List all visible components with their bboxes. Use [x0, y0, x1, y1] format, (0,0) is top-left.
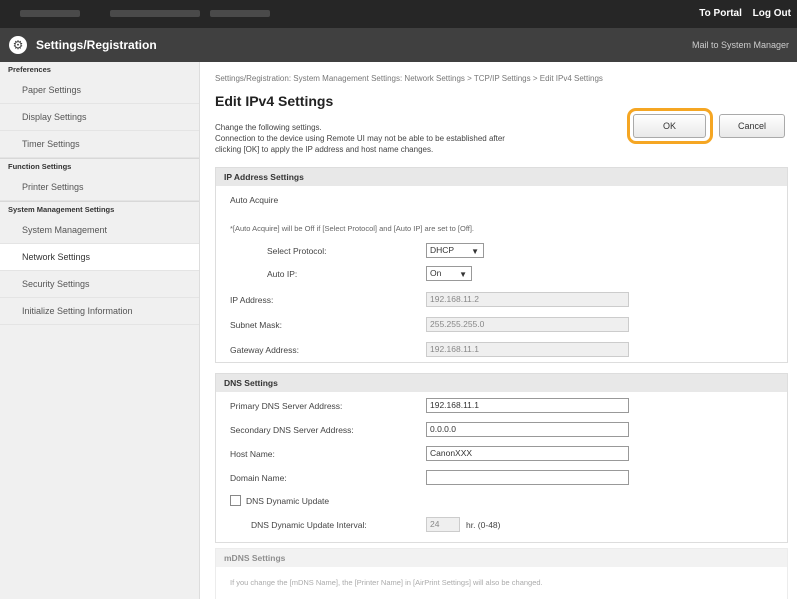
select-protocol-dropdown[interactable]: DHCP ▼	[426, 243, 484, 258]
ip-address-settings-section: IP Address Settings Auto Acquire *[Auto …	[215, 167, 788, 363]
ok-button[interactable]: OK	[633, 114, 706, 138]
dns-dynamic-update-checkbox[interactable]	[230, 495, 241, 506]
cancel-button[interactable]: Cancel	[719, 114, 785, 138]
section-heading: IP Address Settings	[216, 168, 787, 186]
subnet-mask-field[interactable]: 255.255.255.0	[426, 317, 629, 332]
gateway-address-label: Gateway Address:	[230, 345, 299, 355]
mdns-note: If you change the [mDNS Name], the [Prin…	[230, 578, 543, 587]
sidebar-item-system-management[interactable]: System Management	[0, 217, 199, 244]
auto-ip-value: On	[430, 268, 442, 278]
sidebar-heading-preferences: Preferences	[8, 65, 51, 74]
select-protocol-label: Select Protocol:	[267, 246, 327, 256]
title-bar: ⚙ Settings/Registration Mail to System M…	[0, 28, 797, 62]
ip-address-field[interactable]: 192.168.11.2	[426, 292, 629, 307]
sidebar-item-paper-settings[interactable]: Paper Settings	[0, 77, 199, 104]
blurred-device-info	[210, 10, 270, 17]
secondary-dns-label: Secondary DNS Server Address:	[230, 425, 354, 435]
chevron-down-icon: ▼	[459, 270, 467, 279]
dns-settings-section: DNS Settings Primary DNS Server Address:…	[215, 373, 788, 543]
subnet-mask-label: Subnet Mask:	[230, 320, 282, 330]
mail-to-system-manager-link[interactable]: Mail to System Manager	[692, 40, 789, 50]
auto-ip-label: Auto IP:	[267, 269, 298, 279]
sidebar-heading-system-management: System Management Settings	[0, 201, 199, 217]
domain-name-label: Domain Name:	[230, 473, 287, 483]
chevron-down-icon: ▼	[471, 247, 479, 256]
sidebar-item-network-settings[interactable]: Network Settings	[0, 244, 199, 271]
dns-dynamic-update-interval-field[interactable]: 24	[426, 517, 460, 532]
sidebar-item-initialize-setting-information[interactable]: Initialize Setting Information	[0, 298, 199, 325]
auto-ip-dropdown[interactable]: On ▼	[426, 266, 472, 281]
auto-acquire-label: Auto Acquire	[230, 195, 279, 205]
intro-line-2: Connection to the device using Remote UI…	[215, 134, 505, 143]
primary-dns-label: Primary DNS Server Address:	[230, 401, 343, 411]
page-header-title: Settings/Registration	[36, 38, 157, 52]
sidebar-heading-function-settings: Function Settings	[0, 158, 199, 174]
gateway-address-field[interactable]: 192.168.11.1	[426, 342, 629, 357]
host-name-field[interactable]: CanonXXX	[426, 446, 629, 461]
section-heading: DNS Settings	[216, 374, 787, 392]
logout-link[interactable]: Log Out	[753, 8, 791, 19]
top-bar: To Portal Log Out	[0, 0, 797, 28]
intro-line-1: Change the following settings.	[215, 123, 322, 132]
sidebar: Preferences Paper Settings Display Setti…	[0, 62, 200, 599]
domain-name-field[interactable]	[426, 470, 629, 485]
dns-dynamic-update-interval-label: DNS Dynamic Update Interval:	[251, 520, 367, 530]
dns-dynamic-update-label: DNS Dynamic Update	[246, 496, 330, 506]
sidebar-item-timer-settings[interactable]: Timer Settings	[0, 131, 199, 158]
secondary-dns-field[interactable]: 0.0.0.0	[426, 422, 629, 437]
sidebar-item-display-settings[interactable]: Display Settings	[0, 104, 199, 131]
interval-unit-label: hr. (0-48)	[466, 520, 501, 530]
blurred-device-info	[110, 10, 200, 17]
intro-text: Change the following settings. Connectio…	[215, 122, 635, 155]
mdns-settings-section: mDNS Settings If you change the [mDNS Na…	[215, 548, 788, 599]
auto-acquire-note: *[Auto Acquire] will be Off if [Select P…	[230, 224, 475, 233]
settings-gear-icon: ⚙	[9, 36, 27, 54]
ip-address-label: IP Address:	[230, 295, 274, 305]
to-portal-link[interactable]: To Portal	[699, 8, 742, 19]
blurred-device-info	[20, 10, 80, 17]
primary-dns-field[interactable]: 192.168.11.1	[426, 398, 629, 413]
host-name-label: Host Name:	[230, 449, 275, 459]
section-heading: mDNS Settings	[216, 549, 787, 567]
sidebar-item-security-settings[interactable]: Security Settings	[0, 271, 199, 298]
page-title: Edit IPv4 Settings	[215, 93, 334, 109]
intro-line-3: clicking [OK] to apply the IP address an…	[215, 145, 434, 154]
sidebar-item-printer-settings[interactable]: Printer Settings	[0, 174, 199, 201]
breadcrumb: Settings/Registration: System Management…	[215, 74, 603, 83]
select-protocol-value: DHCP	[430, 245, 455, 255]
